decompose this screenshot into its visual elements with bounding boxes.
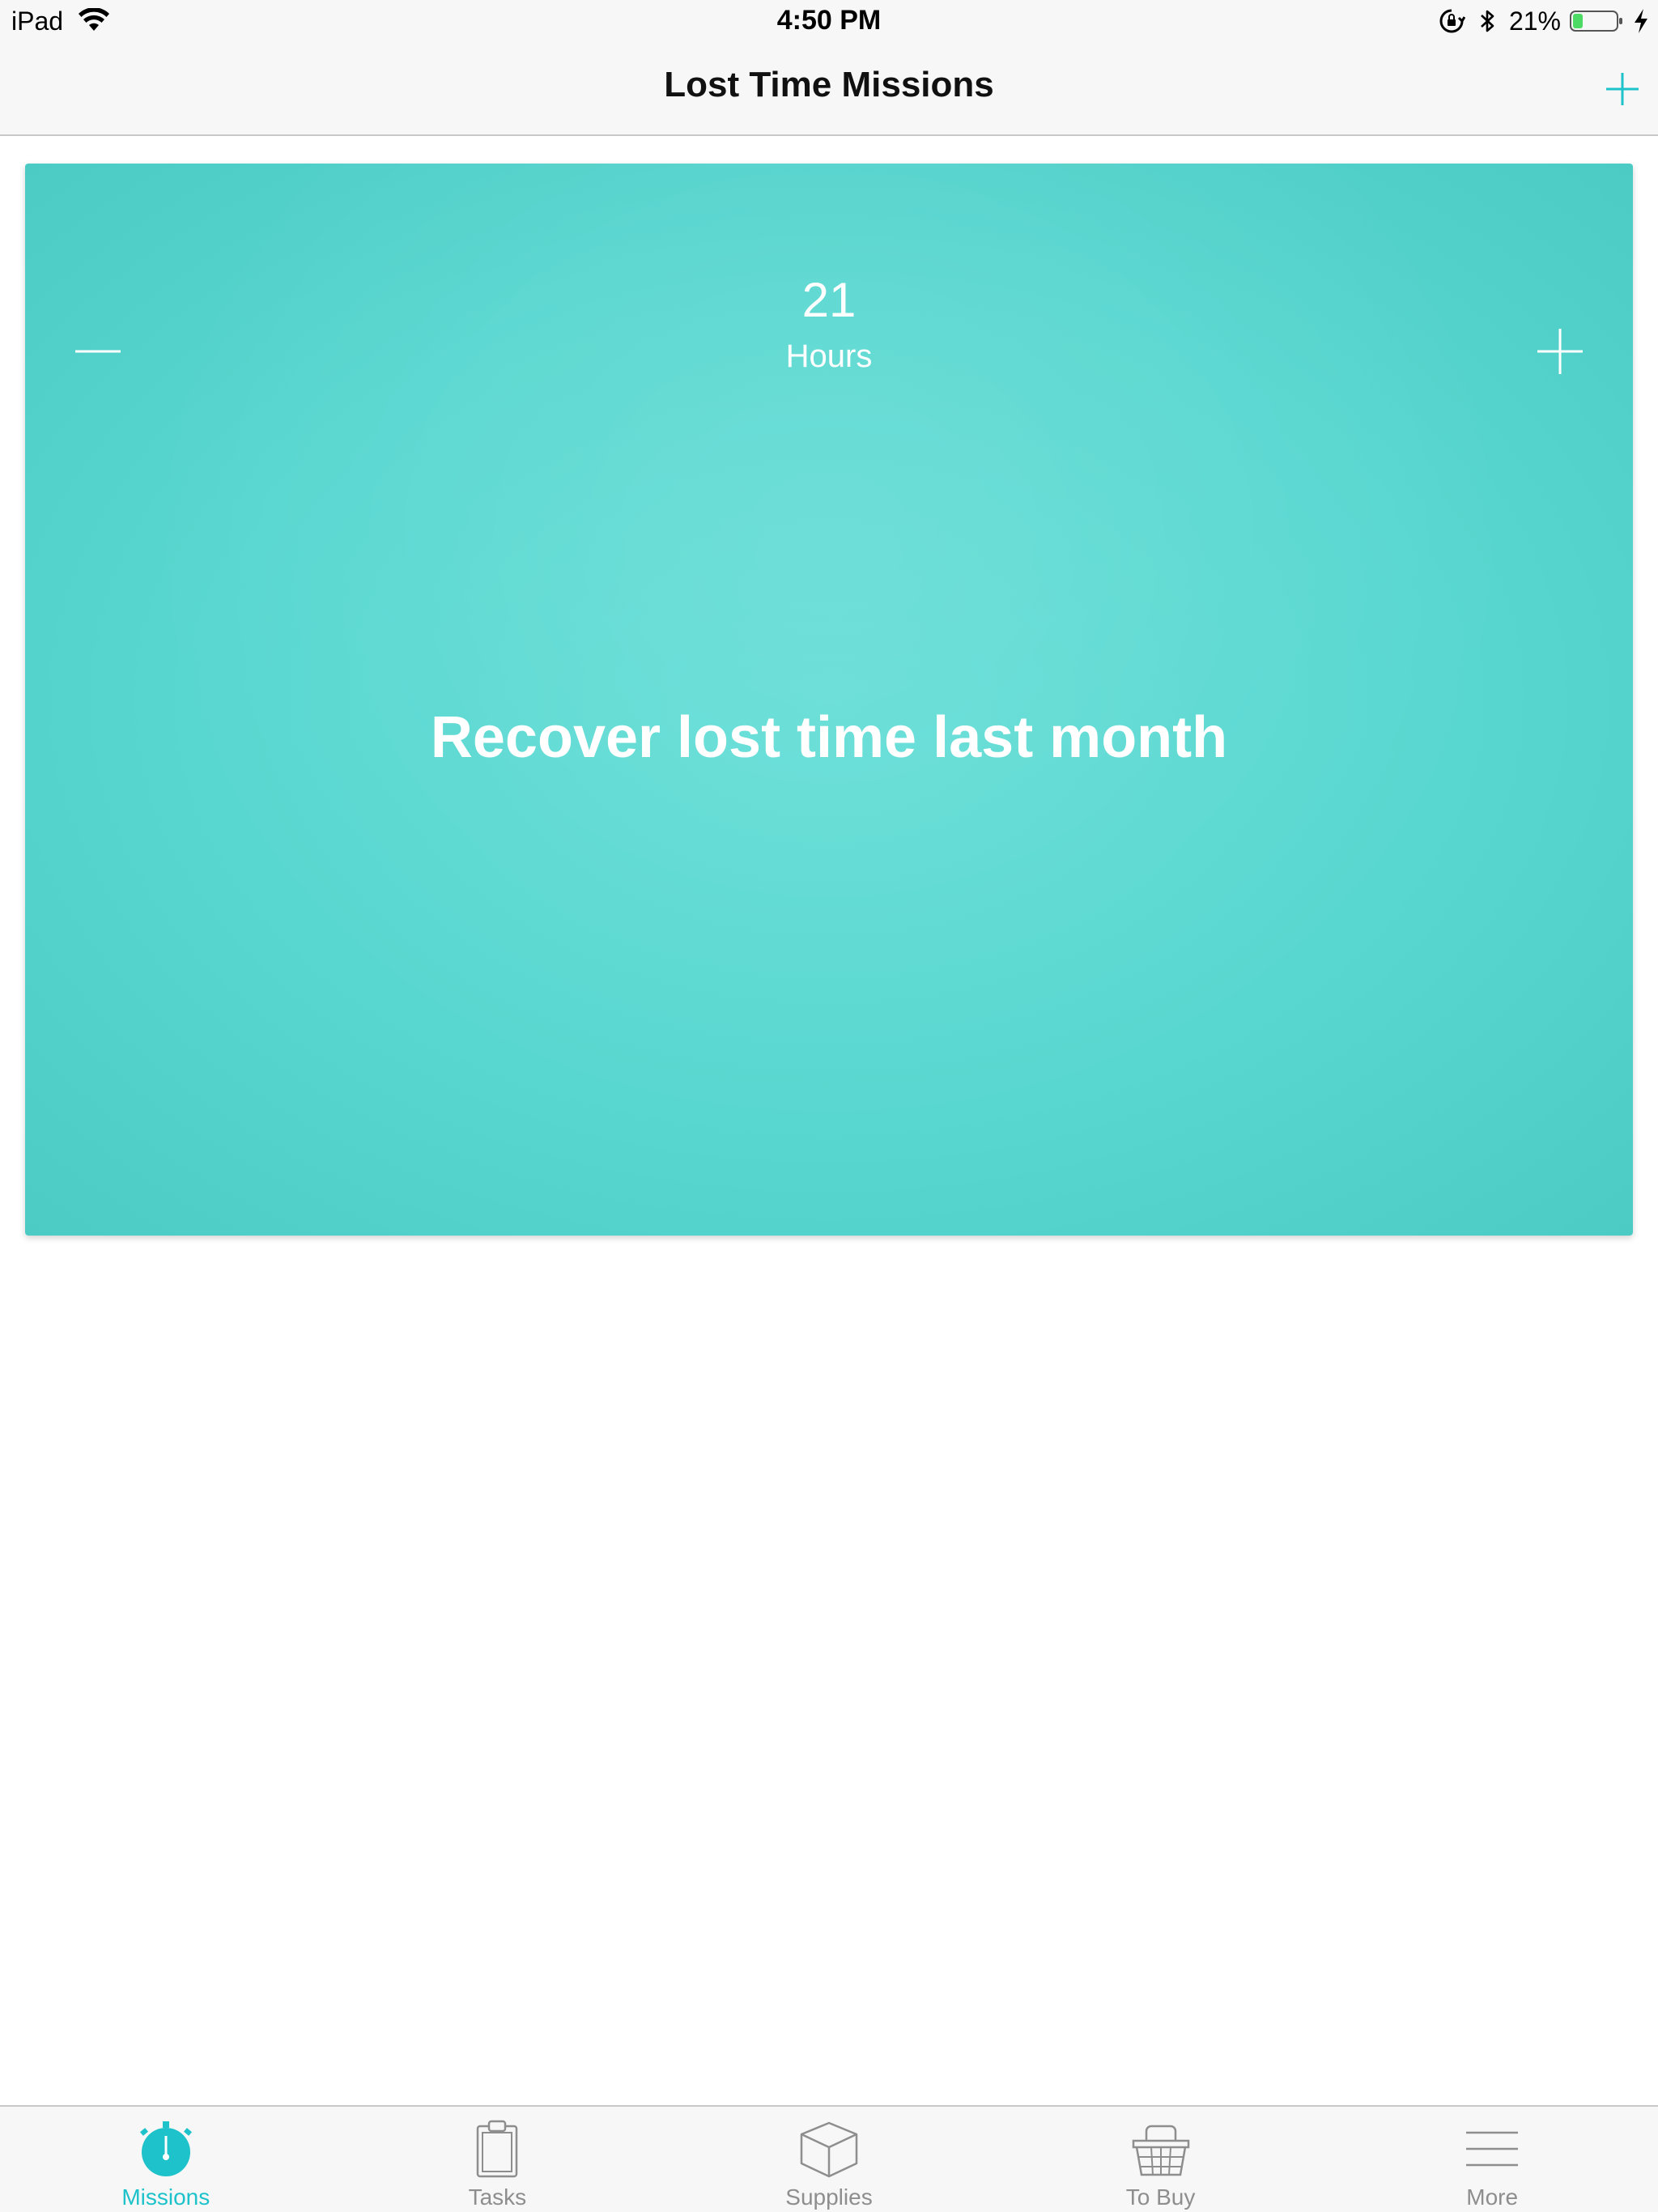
navigation-bar: Lost Time Missions [0,42,1658,136]
tab-tasks[interactable]: Tasks [332,2107,664,2212]
tab-label: Missions [121,2184,210,2210]
battery-icon [1570,11,1622,32]
tab-label: Supplies [785,2184,873,2210]
mission-card[interactable]: 21 Hours Recover lost time last month [25,164,1633,1236]
tab-label: To Buy [1125,2184,1196,2210]
increment-button[interactable] [1536,327,1584,376]
bluetooth-icon [1481,10,1494,32]
orientation-lock-icon [1439,9,1465,33]
tab-label: More [1466,2184,1519,2210]
app-screen: iPad 4:50 PM 21% Lost Time Missions 21 H… [0,0,1658,2212]
page-title: Lost Time Missions [664,65,994,104]
mission-unit: Hours [785,338,873,374]
clipboard-icon [477,2120,518,2178]
tab-label: Tasks [468,2184,527,2210]
menu-lines-icon [1466,2131,1519,2167]
basket-icon [1132,2125,1189,2176]
tab-to-buy[interactable]: To Buy [995,2107,1327,2212]
status-indicators: 21% [1438,5,1650,37]
battery-percent: 21% [1508,6,1561,36]
tab-bar: Missions Tasks Supplies To Buy More [0,2105,1658,2212]
box-icon [800,2121,858,2178]
stopwatch-icon [139,2121,192,2176]
status-bar: iPad 4:50 PM 21% [0,0,1658,42]
charging-bolt-icon [1635,9,1647,33]
mission-count: 21 [801,273,857,327]
tab-supplies[interactable]: Supplies [663,2107,995,2212]
status-time: 4:50 PM [776,5,882,36]
tab-more[interactable]: More [1326,2107,1658,2212]
add-mission-button[interactable] [1601,68,1643,110]
mission-title: Recover lost time last month [430,705,1228,770]
tab-missions[interactable]: Missions [0,2107,332,2212]
